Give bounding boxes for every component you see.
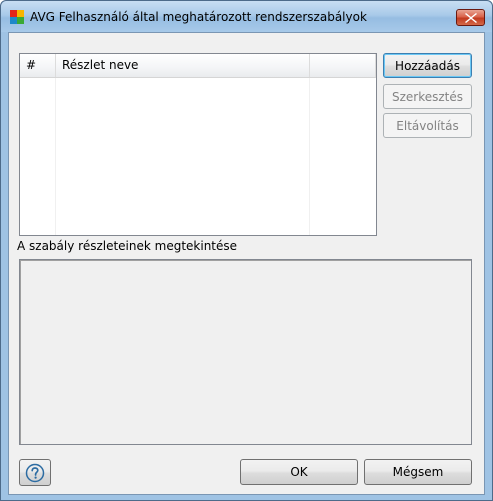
column-header-extra[interactable] <box>310 54 376 77</box>
column-separator <box>55 78 56 235</box>
help-icon <box>25 463 45 483</box>
close-icon <box>465 13 477 23</box>
rule-details-preview[interactable] <box>19 259 472 445</box>
column-separator <box>309 78 310 235</box>
dialog-window: AVG Felhasználó által meghatározott rend… <box>0 0 493 501</box>
rule-details-list[interactable]: # Részlet neve <box>19 53 377 236</box>
list-header: # Részlet neve <box>20 54 376 78</box>
help-button[interactable] <box>19 459 51 486</box>
remove-button[interactable]: Eltávolítás <box>383 113 472 138</box>
ok-button[interactable]: OK <box>240 459 358 485</box>
list-body[interactable] <box>20 78 376 235</box>
avg-logo-icon <box>10 10 24 24</box>
column-header-detail-name[interactable]: Részlet neve <box>56 54 310 77</box>
add-button[interactable]: Hozzáadás <box>383 53 472 78</box>
close-button[interactable] <box>456 9 485 26</box>
edit-button[interactable]: Szerkesztés <box>383 84 472 109</box>
column-header-number[interactable]: # <box>20 54 56 77</box>
preview-label: A szabály részleteinek megtekintése <box>17 239 238 253</box>
dialog-client-area: # Részlet neve Hozzáadás Szerkesztés Elt… <box>8 32 485 495</box>
title-bar[interactable]: AVG Felhasználó által meghatározott rend… <box>1 1 492 32</box>
window-title: AVG Felhasználó által meghatározott rend… <box>30 10 367 24</box>
cancel-button[interactable]: Mégsem <box>364 459 472 485</box>
